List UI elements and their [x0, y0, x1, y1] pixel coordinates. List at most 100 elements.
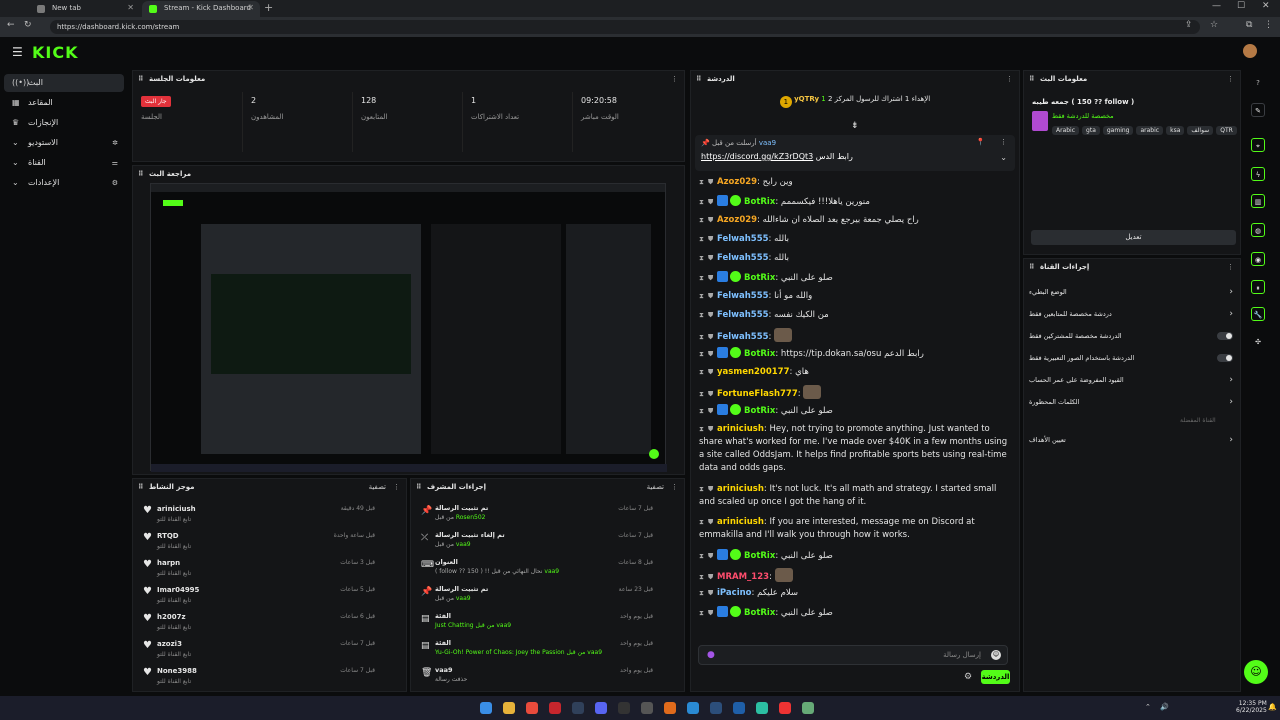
mod-shield-icon[interactable]: ⧗ — [699, 272, 708, 285]
file-explorer-icon[interactable] — [503, 702, 515, 714]
set-goals-row[interactable]: تعيين الأهداف › — [1027, 432, 1237, 448]
more-icon[interactable]: ⋮ — [671, 479, 678, 495]
slow-mode-row[interactable]: الوضع البطيء › — [1027, 284, 1237, 300]
menu-icon[interactable]: ⋮ — [1264, 20, 1273, 30]
mod-shield-icon[interactable]: ⧗ — [699, 196, 708, 209]
more-icon[interactable]: ⋮ — [1000, 138, 1007, 146]
steam-icon[interactable] — [572, 702, 584, 714]
sidebar-item-settings[interactable]: ⌄ الإعدادات ⚙ — [4, 174, 124, 192]
chat-username[interactable]: yasmen200177 — [717, 367, 790, 377]
banned-words-row[interactable]: الكلمات المحظورة › — [1027, 394, 1237, 410]
drag-icon[interactable]: ⠿ — [696, 71, 701, 87]
windows-start-icon[interactable] — [480, 702, 492, 714]
emotes-only-toggle[interactable] — [1217, 354, 1233, 362]
sidebar-item-stream[interactable]: ((•)) البث — [4, 74, 124, 92]
emoji-icon[interactable]: ☺ — [991, 650, 1001, 660]
chat-username[interactable]: FortuneFlash777 — [717, 389, 798, 399]
chat-username[interactable]: Felwah555 — [717, 291, 769, 301]
chat-username[interactable]: Felwah555 — [717, 234, 769, 244]
chat-username[interactable]: BotRix — [744, 551, 775, 561]
mod-shield-icon[interactable]: ⧗ — [699, 214, 708, 227]
mod-shield-icon[interactable]: ⧗ — [699, 587, 708, 600]
more-icon[interactable]: ⋮ — [671, 71, 678, 87]
followers-only-row[interactable]: دردشة مخصصة للمتابعين فقط › — [1027, 306, 1237, 322]
chrome-icon[interactable] — [526, 702, 538, 714]
sidebar-item-achievements[interactable]: ♛ الإنجازات — [4, 114, 124, 132]
chat-input[interactable]: ● إرسال رسالة ☺ — [698, 645, 1008, 665]
mic-icon[interactable]: ● — [707, 646, 715, 664]
url-input[interactable]: https://dashboard.kick.com/stream — [50, 20, 1200, 34]
minimize-icon[interactable]: — — [1212, 1, 1221, 11]
app-icon[interactable] — [618, 702, 630, 714]
maximize-icon[interactable]: ☐ — [1237, 1, 1245, 11]
edit-stream-button[interactable]: تعديل — [1031, 230, 1236, 245]
mod-shield-icon[interactable]: ⧗ — [699, 252, 708, 265]
broadcast-icon[interactable]: ◉ — [1251, 252, 1265, 266]
app-icon[interactable] — [802, 702, 814, 714]
mod-shield-icon[interactable]: ⧗ — [699, 233, 708, 246]
share-icon[interactable]: ⇪ — [1185, 20, 1193, 30]
chat-username[interactable]: iPacino — [717, 588, 752, 598]
gear-icon[interactable]: ⚙ — [964, 672, 972, 682]
scroll-down-icon[interactable]: ⇟ — [851, 121, 859, 131]
tray-chevron-icon[interactable]: ⌃ — [1145, 703, 1151, 711]
mod-shield-icon[interactable]: ⧗ — [699, 309, 708, 322]
wrench-icon[interactable]: 🔧 — [1251, 307, 1265, 321]
extensions-icon[interactable]: ⧉ — [1246, 20, 1252, 30]
star-icon[interactable]: ☆ — [1210, 20, 1218, 30]
mod-shield-icon[interactable]: ⧗ — [699, 176, 708, 189]
clipboard-icon[interactable]: ▥ — [1251, 194, 1265, 208]
drag-icon[interactable]: ⠿ — [138, 166, 143, 182]
tab-new-tab[interactable]: New tab ✕ — [30, 1, 140, 17]
chat-username[interactable]: BotRix — [744, 608, 775, 618]
chat-username[interactable]: Azoz029 — [717, 177, 757, 187]
send-chat-button[interactable]: الدردشة — [981, 670, 1010, 684]
chat-username[interactable]: BotRix — [744, 349, 775, 359]
drag-icon[interactable]: ⠿ — [416, 479, 421, 495]
mod-shield-icon[interactable]: ⧗ — [699, 571, 708, 584]
app-icon[interactable] — [756, 702, 768, 714]
app-icon[interactable] — [710, 702, 722, 714]
app-icon[interactable] — [641, 702, 653, 714]
chat-username[interactable]: MRAM_123 — [717, 572, 769, 582]
hamburger-icon[interactable]: ☰ — [12, 45, 23, 59]
discord-icon[interactable] — [595, 702, 607, 714]
stream-category[interactable]: مخصصة للدردشة فقط — [1052, 112, 1114, 120]
close-window-icon[interactable]: ✕ — [1262, 1, 1270, 11]
mod-shield-icon[interactable]: ⧗ — [699, 516, 708, 529]
more-icon[interactable]: ⋮ — [1006, 71, 1013, 87]
chat-bubble-icon[interactable]: ◍ — [1251, 223, 1265, 237]
chat-username[interactable]: ariniciush — [717, 484, 764, 494]
new-tab-button[interactable]: + — [264, 1, 273, 14]
mod-shield-icon[interactable]: ⧗ — [699, 550, 708, 563]
app-icon[interactable] — [733, 702, 745, 714]
filter-button[interactable]: تصفية — [647, 479, 664, 495]
app-icon[interactable] — [664, 702, 676, 714]
reload-icon[interactable]: ↻ — [24, 20, 32, 30]
more-icon[interactable]: ⋮ — [1227, 259, 1234, 275]
unpin-icon[interactable]: 📍 — [976, 138, 985, 146]
drag-icon[interactable]: ⠿ — [138, 479, 143, 495]
mod-shield-icon[interactable]: ⧗ — [699, 483, 708, 496]
pencil-icon[interactable]: ✎ — [1251, 103, 1265, 117]
mod-shield-icon[interactable]: ⧗ — [699, 348, 708, 361]
close-tab-icon[interactable]: ✕ — [127, 1, 134, 15]
mod-shield-icon[interactable]: ⧗ — [699, 388, 708, 401]
app-icon[interactable] — [779, 702, 791, 714]
chat-username[interactable]: Felwah555 — [717, 332, 769, 342]
drag-icon[interactable]: ⠿ — [138, 71, 143, 87]
more-icon[interactable]: ⋮ — [1227, 71, 1234, 87]
close-tab-icon[interactable]: ✕ — [247, 1, 254, 15]
help-icon[interactable]: ? — [1251, 76, 1265, 90]
mod-shield-icon[interactable]: ⧗ — [699, 405, 708, 418]
stream-preview-video[interactable] — [150, 183, 667, 472]
notification-icon[interactable]: 🔔 — [1268, 703, 1277, 711]
tab-kick-dashboard[interactable]: Stream - Kick Dashboard ✕ — [142, 1, 260, 17]
mod-shield-icon[interactable]: ⧗ — [699, 290, 708, 303]
mod-shield-icon[interactable]: ⧗ — [699, 423, 708, 436]
clock[interactable]: 12:35 PM 6/22/2025 — [1236, 700, 1267, 714]
lightning-icon[interactable]: ϟ — [1251, 167, 1265, 181]
sidebar-item-studio[interactable]: ⌄ الاستوديو ✲ — [4, 134, 124, 152]
pinned-link[interactable]: https://discord.gg/kZ3rDQt3 — [701, 152, 813, 161]
user-avatar[interactable] — [1243, 44, 1257, 58]
